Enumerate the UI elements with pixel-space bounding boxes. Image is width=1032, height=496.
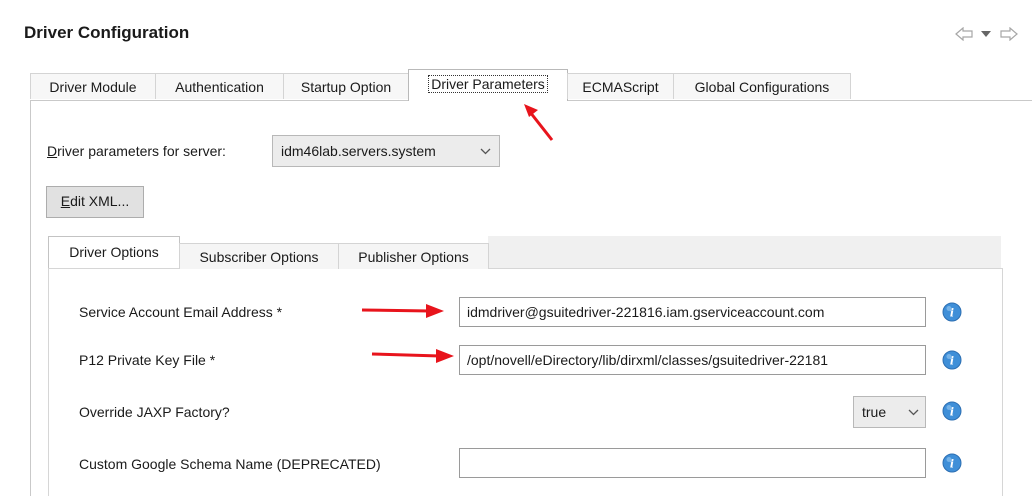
p12-key-file-field[interactable]: /opt/novell/eDirectory/lib/dirxml/classe… <box>459 345 926 375</box>
svg-text:i: i <box>950 458 954 471</box>
info-icon[interactable]: i <box>942 453 962 473</box>
edit-xml-button[interactable]: Edit XML... <box>46 186 144 218</box>
tab-startup-option[interactable]: Startup Option <box>283 73 409 99</box>
svg-text:i: i <box>950 355 954 368</box>
chevron-down-icon <box>480 148 491 155</box>
tab-driver-options[interactable]: Driver Options <box>48 236 180 268</box>
info-icon[interactable]: i <box>942 302 962 322</box>
server-dropdown[interactable]: idm46lab.servers.system <box>272 135 500 167</box>
red-arrow-annotation <box>361 304 444 318</box>
info-icon[interactable]: i <box>942 401 962 421</box>
tab-publisher-options[interactable]: Publisher Options <box>338 243 489 269</box>
tab-driver-module[interactable]: Driver Module <box>30 73 156 99</box>
tab-driver-parameters-label: Driver Parameters <box>428 75 548 93</box>
svg-text:i: i <box>950 406 954 419</box>
server-label-mnemonic: D <box>47 143 58 159</box>
view-menu-icon[interactable] <box>981 31 991 37</box>
red-arrow-annotation <box>371 349 454 363</box>
edit-xml-mnemonic: E <box>60 193 71 209</box>
custom-schema-field[interactable] <box>459 448 926 478</box>
tab-ecmascript[interactable]: ECMAScript <box>567 73 674 99</box>
tab-driver-parameters[interactable]: Driver Parameters <box>408 69 568 101</box>
p12-key-file-label: P12 Private Key File * <box>79 352 216 368</box>
inner-tab-strip-background <box>488 236 1001 269</box>
svg-text:i: i <box>950 307 954 320</box>
server-dropdown-value: idm46lab.servers.system <box>281 143 436 159</box>
back-arrow-icon[interactable] <box>955 27 973 41</box>
header-navigation <box>955 26 1032 42</box>
tab-authentication[interactable]: Authentication <box>155 73 284 99</box>
service-account-email-field[interactable]: idmdriver@gsuitedriver-221816.iam.gservi… <box>459 297 926 327</box>
info-icon[interactable]: i <box>942 350 962 370</box>
override-jaxp-dropdown[interactable]: true <box>853 396 926 428</box>
page-title: Driver Configuration <box>24 23 190 42</box>
chevron-down-icon <box>908 409 919 416</box>
red-arrow-annotation <box>524 104 554 141</box>
override-jaxp-label: Override JAXP Factory? <box>79 404 230 420</box>
custom-schema-label: Custom Google Schema Name (DEPRECATED) <box>79 456 381 472</box>
override-jaxp-value: true <box>862 404 887 420</box>
forward-arrow-icon[interactable] <box>1000 27 1018 41</box>
tab-subscriber-options[interactable]: Subscriber Options <box>179 243 339 269</box>
edit-xml-label: dit XML... <box>70 193 130 209</box>
tab-global-configurations[interactable]: Global Configurations <box>673 73 851 99</box>
server-label: Driver parameters for server: <box>47 143 226 159</box>
server-label-text: river parameters for server: <box>57 143 226 159</box>
editor-header: Driver Configuration <box>0 0 1032 62</box>
service-account-email-label: Service Account Email Address * <box>79 304 283 320</box>
